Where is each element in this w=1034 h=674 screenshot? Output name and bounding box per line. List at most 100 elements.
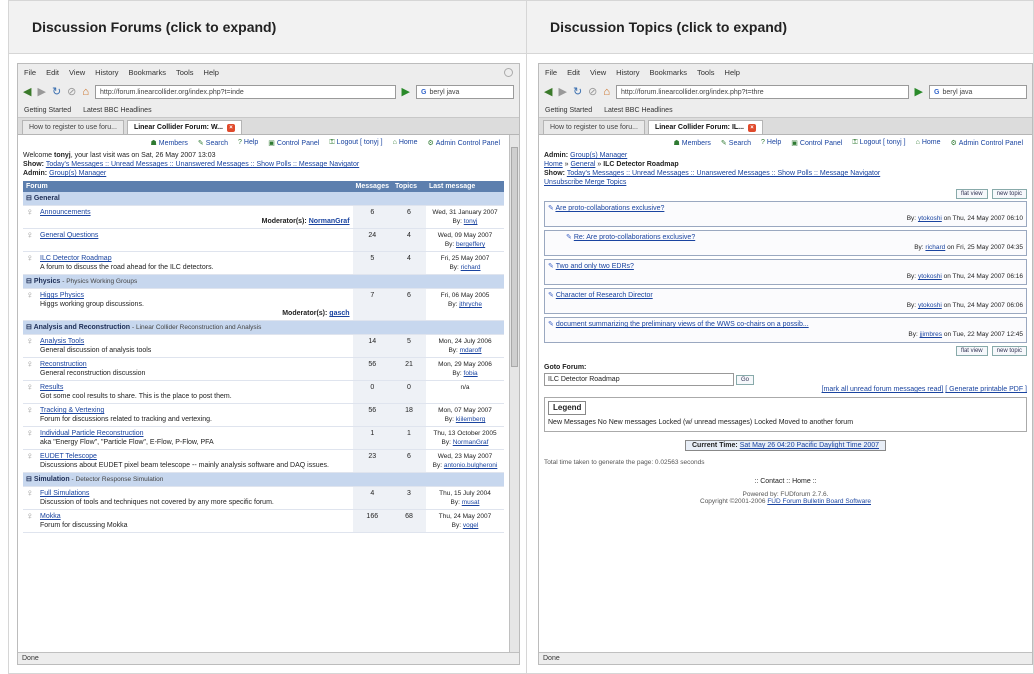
home-link[interactable]: ⌂ Home bbox=[393, 139, 418, 147]
forum-title[interactable]: Results bbox=[40, 384, 63, 391]
post-title[interactable]: Are proto-collaborations exclusive? bbox=[555, 205, 664, 212]
home-icon[interactable]: ⌂ bbox=[82, 86, 89, 98]
menu-bookmarks[interactable]: Bookmarks bbox=[129, 68, 167, 77]
bookmark-getting-started[interactable]: Getting Started bbox=[545, 107, 592, 114]
category-row[interactable]: ⊟ Physics - Physics Working Groups bbox=[23, 274, 504, 289]
forum-title[interactable]: Full Simulations bbox=[40, 490, 89, 497]
crumb-general[interactable]: General bbox=[570, 161, 595, 168]
scrollbar-thumb[interactable] bbox=[511, 147, 518, 367]
search-field[interactable]: Gberyl java bbox=[416, 85, 514, 99]
menu-bookmarks[interactable]: Bookmarks bbox=[650, 68, 688, 77]
forum-title[interactable]: Tracking & Vertexing bbox=[40, 407, 104, 414]
forum-title[interactable]: Individual Particle Reconstruction bbox=[40, 430, 144, 437]
menu-help[interactable]: Help bbox=[725, 68, 740, 77]
category-row[interactable]: ⊟ Analysis and Reconstruction - Linear C… bbox=[23, 320, 504, 335]
tab-forum[interactable]: Linear Collider Forum: IL... × bbox=[647, 120, 763, 134]
forums-screenshot[interactable]: File Edit View History Bookmarks Tools H… bbox=[17, 63, 520, 665]
forum-title[interactable]: Analysis Tools bbox=[40, 338, 84, 345]
menu-file[interactable]: File bbox=[545, 68, 557, 77]
collapse-icon[interactable]: ⊟ bbox=[26, 278, 34, 285]
goto-select[interactable]: ILC Detector Roadmap bbox=[544, 373, 734, 386]
bookmark-bbc[interactable]: Latest BBC Headlines bbox=[83, 107, 151, 114]
forums-header[interactable]: Discussion Forums (click to expand) bbox=[9, 1, 526, 54]
flat-view-button[interactable]: flat view bbox=[955, 346, 988, 356]
collapse-icon[interactable]: ⊟ bbox=[26, 195, 34, 202]
control-panel-link[interactable]: ▣ Control Panel bbox=[791, 139, 842, 147]
post-title[interactable]: Character of Research Director bbox=[556, 292, 653, 299]
help-link[interactable]: ? Help bbox=[761, 139, 781, 147]
bookmark-bbc[interactable]: Latest BBC Headlines bbox=[604, 107, 672, 114]
mark-read-link[interactable]: [mark all unread forum messages read] bbox=[822, 386, 944, 393]
show-links[interactable]: Today's Messages :: Unread Messages :: U… bbox=[567, 170, 880, 177]
stop-icon[interactable]: ⊘ bbox=[67, 86, 76, 98]
go-icon[interactable]: ▶ bbox=[402, 86, 410, 98]
menu-file[interactable]: File bbox=[24, 68, 36, 77]
topics-header[interactable]: Discussion Topics (click to expand) bbox=[527, 1, 1033, 54]
logout-link[interactable]: ⚿ Logout [ tonyj ] bbox=[852, 139, 905, 147]
menu-view[interactable]: View bbox=[69, 68, 85, 77]
url-field[interactable]: http://forum.linearcollider.org/index.ph… bbox=[95, 85, 396, 99]
back-icon[interactable]: ◀ bbox=[23, 86, 31, 98]
scrollbar[interactable] bbox=[509, 135, 519, 652]
menu-edit[interactable]: Edit bbox=[46, 68, 59, 77]
crumb-home[interactable]: Home bbox=[544, 161, 563, 168]
back-icon[interactable]: ◀ bbox=[544, 86, 552, 98]
url-field[interactable]: http://forum.linearcollider.org/index.ph… bbox=[616, 85, 909, 99]
stop-icon[interactable]: ⊘ bbox=[588, 86, 597, 98]
bookmark-getting-started[interactable]: Getting Started bbox=[24, 107, 71, 114]
menu-help[interactable]: Help bbox=[204, 68, 219, 77]
forum-title[interactable]: EUDET Telescope bbox=[40, 453, 97, 460]
show-links[interactable]: Today's Messages :: Unread Messages :: U… bbox=[46, 161, 359, 168]
home-link[interactable]: ⌂ Home bbox=[916, 139, 941, 147]
new-topic-button[interactable]: new topic bbox=[991, 346, 1027, 356]
printable-link[interactable]: [ Generate printable PDF ] bbox=[945, 386, 1027, 393]
admin-panel-link[interactable]: ⚙ Admin Control Panel bbox=[428, 139, 500, 147]
search-link[interactable]: ✎ Search bbox=[198, 139, 228, 147]
go-icon[interactable]: ▶ bbox=[915, 86, 923, 98]
reload-icon[interactable]: ↻ bbox=[52, 86, 61, 98]
tab-register[interactable]: How to register to use foru... bbox=[543, 120, 645, 134]
tab-register[interactable]: How to register to use foru... bbox=[22, 120, 124, 134]
forum-title[interactable]: Reconstruction bbox=[40, 361, 87, 368]
footer-links[interactable]: :: Contact :: Home :: bbox=[544, 478, 1027, 485]
collapse-icon[interactable]: ⊟ bbox=[26, 324, 34, 331]
admin-panel-link[interactable]: ⚙ Admin Control Panel bbox=[951, 139, 1023, 147]
flat-view-button[interactable]: flat view bbox=[955, 189, 988, 199]
home-icon[interactable]: ⌂ bbox=[603, 86, 610, 98]
group-manager-link[interactable]: Group(s) Manager bbox=[570, 152, 627, 159]
members-link[interactable]: ☗ Members bbox=[673, 139, 710, 147]
category-row[interactable]: ⊟ General bbox=[23, 192, 504, 206]
collapse-icon[interactable]: ⊟ bbox=[26, 476, 34, 483]
forum-title[interactable]: Announcements bbox=[40, 209, 91, 216]
menu-view[interactable]: View bbox=[590, 68, 606, 77]
close-tab-icon[interactable]: × bbox=[748, 123, 756, 132]
goto-button[interactable]: Go bbox=[735, 375, 754, 385]
post-title[interactable]: Re: Are proto-collaborations exclusive? bbox=[574, 234, 695, 241]
help-link[interactable]: ? Help bbox=[238, 139, 258, 147]
menu-edit[interactable]: Edit bbox=[567, 68, 580, 77]
search-field[interactable]: Gberyl java bbox=[929, 85, 1027, 99]
members-link[interactable]: ☗ Members bbox=[150, 139, 187, 147]
menu-history[interactable]: History bbox=[616, 68, 639, 77]
unsubscribe-link[interactable]: Unsubscribe Merge Topics bbox=[544, 179, 626, 186]
forum-title[interactable]: Higgs Physics bbox=[40, 292, 84, 299]
logout-link[interactable]: ⚿ Logout [ tonyj ] bbox=[329, 139, 382, 147]
forum-title[interactable]: Mokka bbox=[40, 513, 61, 520]
category-row[interactable]: ⊟ Simulation - Detector Response Simulat… bbox=[23, 472, 504, 487]
menu-tools[interactable]: Tools bbox=[176, 68, 194, 77]
reload-icon[interactable]: ↻ bbox=[573, 86, 582, 98]
new-topic-button[interactable]: new topic bbox=[991, 189, 1027, 199]
close-tab-icon[interactable]: × bbox=[227, 123, 235, 132]
forum-title[interactable]: General Questions bbox=[40, 232, 98, 239]
forward-icon[interactable]: ▶ bbox=[37, 86, 45, 98]
topics-screenshot[interactable]: File Edit View History Bookmarks Tools H… bbox=[538, 63, 1033, 665]
search-link[interactable]: ✎ Search bbox=[721, 139, 751, 147]
forward-icon[interactable]: ▶ bbox=[558, 86, 566, 98]
group-manager-link[interactable]: Group(s) Manager bbox=[49, 170, 106, 177]
forum-title[interactable]: ILC Detector Roadmap bbox=[40, 255, 112, 262]
tab-forum[interactable]: Linear Collider Forum: W... × bbox=[126, 120, 242, 134]
post-title[interactable]: Two and only two EDRs? bbox=[556, 263, 634, 270]
menu-tools[interactable]: Tools bbox=[697, 68, 715, 77]
control-panel-link[interactable]: ▣ Control Panel bbox=[268, 139, 319, 147]
post-title[interactable]: document summarizing the preliminary vie… bbox=[556, 321, 809, 328]
